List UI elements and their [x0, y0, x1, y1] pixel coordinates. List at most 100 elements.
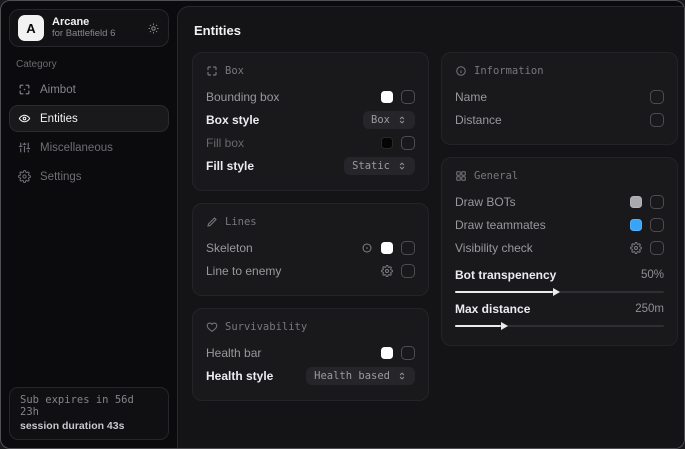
chevron-updown-icon [397, 161, 407, 171]
checkbox[interactable] [650, 113, 664, 127]
max-distance-control: Max distance 250m [455, 300, 664, 327]
slider-value: 50% [641, 269, 664, 281]
setting-row-draw-teammates: Draw teammates [455, 214, 664, 236]
checkbox[interactable] [401, 346, 415, 360]
sidebar-item-label: Aimbot [40, 84, 76, 96]
app-title: Arcane [52, 16, 139, 29]
gear-icon [18, 170, 31, 183]
right-column: Information Name Distance [441, 52, 678, 358]
session-duration-text: session duration 43s [20, 420, 158, 432]
information-section: Information Name Distance [441, 52, 678, 145]
brand-card[interactable]: A Arcane for Battlefield 6 [9, 9, 169, 47]
checkbox[interactable] [401, 264, 415, 278]
setting-label: Draw BOTs [455, 195, 516, 209]
slider-fill [455, 291, 553, 293]
section-title: Box [225, 65, 244, 77]
general-section: General Draw BOTs Draw teammates [441, 157, 678, 346]
color-swatch[interactable] [381, 347, 393, 359]
crosshair-icon [18, 83, 31, 96]
bot-transparency-slider[interactable] [455, 291, 664, 293]
checkbox[interactable] [650, 241, 664, 255]
sub-expires-text: Sub expires in 56d 23h [20, 394, 158, 418]
color-swatch[interactable] [630, 219, 642, 231]
setting-row-skeleton: Skeleton [206, 237, 415, 259]
gear-icon[interactable] [381, 265, 393, 277]
setting-label: Bounding box [206, 90, 279, 104]
checkbox[interactable] [650, 90, 664, 104]
section-title: Information [474, 65, 544, 77]
setting-label: Health style [206, 369, 273, 383]
eye-icon [18, 112, 31, 125]
grid-icon [455, 170, 467, 182]
brand-meta: Arcane for Battlefield 6 [52, 16, 139, 40]
setting-label: Line to enemy [206, 264, 281, 278]
page-title: Entities [194, 23, 670, 38]
setting-row-line-to-enemy: Line to enemy [206, 260, 415, 282]
slider-value: 250m [635, 303, 664, 315]
slider-label: Max distance [455, 302, 530, 316]
main-panel: Entities Box Bounding box [177, 6, 684, 448]
pencil-icon [206, 216, 218, 228]
sidebar-item-miscellaneous[interactable]: Miscellaneous [9, 134, 169, 161]
checkbox[interactable] [401, 90, 415, 104]
slider-thumb[interactable] [501, 322, 508, 330]
setting-row-fill-style: Fill style Static [206, 155, 415, 177]
color-swatch[interactable] [381, 137, 393, 149]
gear-icon[interactable] [147, 22, 160, 35]
checkbox[interactable] [650, 218, 664, 232]
setting-row-bounding-box: Bounding box [206, 86, 415, 108]
setting-row-visibility-check: Visibility check [455, 237, 664, 259]
survivability-section: Survivability Health bar Health style He… [192, 308, 429, 401]
checkbox[interactable] [650, 195, 664, 209]
setting-row-distance: Distance [455, 109, 664, 131]
color-swatch[interactable] [381, 242, 393, 254]
color-swatch[interactable] [381, 91, 393, 103]
color-swatch[interactable] [630, 196, 642, 208]
subscription-info: Sub expires in 56d 23h session duration … [9, 387, 169, 440]
setting-label: Visibility check [455, 241, 533, 255]
setting-label: Box style [206, 113, 259, 127]
setting-row-draw-bots: Draw BOTs [455, 191, 664, 213]
max-distance-slider[interactable] [455, 325, 664, 327]
box-style-dropdown[interactable]: Box [363, 111, 415, 129]
health-style-dropdown[interactable]: Health based [306, 367, 415, 385]
setting-label: Distance [455, 113, 502, 127]
setting-row-fill-box: Fill box [206, 132, 415, 154]
setting-label: Skeleton [206, 241, 253, 255]
slider-thumb[interactable] [553, 288, 560, 296]
section-title: Lines [225, 216, 257, 228]
slider-fill [455, 325, 501, 327]
info-icon [455, 65, 467, 77]
sidebar-item-label: Entities [40, 113, 78, 125]
section-title: Survivability [225, 321, 307, 333]
sidebar-item-settings[interactable]: Settings [9, 163, 169, 190]
dropdown-value: Health based [314, 370, 390, 382]
target-icon[interactable] [361, 242, 373, 254]
sidebar: A Arcane for Battlefield 6 Category Aimb… [1, 1, 177, 448]
box-section: Box Bounding box Box style Box [192, 52, 429, 191]
box-brackets-icon [206, 65, 218, 77]
setting-label: Draw teammates [455, 218, 546, 232]
sliders-icon [18, 141, 31, 154]
setting-label: Fill box [206, 136, 244, 150]
fill-style-dropdown[interactable]: Static [344, 157, 415, 175]
checkbox[interactable] [401, 241, 415, 255]
bot-transparency-control: Bot transpenency 50% [455, 266, 664, 293]
dropdown-value: Box [371, 114, 390, 126]
setting-row-box-style: Box style Box [206, 109, 415, 131]
sidebar-item-aimbot[interactable]: Aimbot [9, 76, 169, 103]
chevron-updown-icon [397, 115, 407, 125]
left-column: Box Bounding box Box style Box [192, 52, 429, 413]
chevron-updown-icon [397, 371, 407, 381]
gear-icon[interactable] [630, 242, 642, 254]
app-subtitle: for Battlefield 6 [52, 29, 139, 40]
setting-row-health-bar: Health bar [206, 342, 415, 364]
sidebar-item-entities[interactable]: Entities [9, 105, 169, 132]
sidebar-item-label: Miscellaneous [40, 142, 113, 154]
sidebar-item-label: Settings [40, 171, 82, 183]
lines-section: Lines Skeleton Line to enemy [192, 203, 429, 296]
checkbox[interactable] [401, 136, 415, 150]
setting-row-health-style: Health style Health based [206, 365, 415, 387]
setting-label: Fill style [206, 159, 254, 173]
avatar: A [18, 15, 44, 41]
